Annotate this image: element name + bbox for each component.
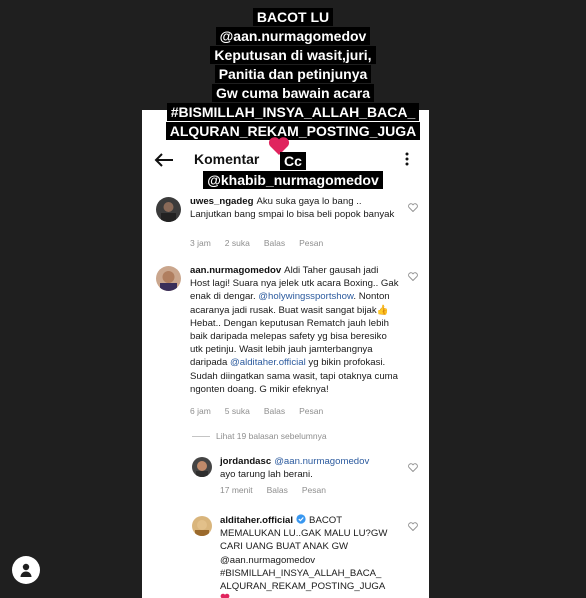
verified-badge-icon <box>296 514 306 524</box>
send-message-button[interactable]: Pesan <box>299 406 323 416</box>
caption-line: #BISMILLAH_INSYA_ALLAH_BACA_ <box>166 103 420 121</box>
comment-username[interactable]: jordandasc <box>220 456 271 467</box>
story-caption: BACOT LU @aan.nurmagomedov Keputusan di … <box>0 8 586 141</box>
comment-time: 6 jam <box>190 406 211 416</box>
like-heart-icon[interactable] <box>408 522 418 531</box>
caption-line: ALQURAN_REKAM_POSTING_JUGA <box>165 122 421 140</box>
comment-meta: 6 jam 5 suka Balas Pesan <box>190 406 337 416</box>
comment-text: uwes_ngadeg Aku suka gaya lo bang .. Lanj… <box>190 196 395 221</box>
send-message-button[interactable]: Pesan <box>302 485 326 495</box>
mention-link[interactable]: @alditaher.official <box>230 357 306 368</box>
reply-item: alditaher.official BACOT MEMALUKAN LU..GA… <box>192 514 418 598</box>
avatar[interactable] <box>192 516 212 536</box>
comment-meta: 3 jam 2 suka Balas Pesan <box>190 238 337 248</box>
comment-likes[interactable]: 2 suka <box>225 238 250 248</box>
divider <box>192 436 210 438</box>
like-heart-icon[interactable] <box>408 272 418 281</box>
reply-button[interactable]: Balas <box>267 485 288 495</box>
comment-text: alditaher.official BACOT MEMALUKAN LU..GA… <box>220 514 388 593</box>
caption-line: Panitia dan petinjunya <box>214 65 372 83</box>
comment-time: 17 menit <box>220 485 253 495</box>
story-cc: Cc <box>0 152 586 171</box>
caption-line: @aan.nurmagomedov <box>215 27 371 45</box>
comment-item: aan.nurmagomedov Aldi Taher gausah jadi H… <box>156 264 418 416</box>
avatar[interactable] <box>156 197 181 222</box>
cc-label: Cc <box>280 152 306 170</box>
comment-text: aan.nurmagomedov Aldi Taher gausah jadi H… <box>190 265 399 395</box>
view-previous-replies[interactable]: Lihat 19 balasan sebelumnya <box>192 431 327 441</box>
avatar[interactable] <box>156 266 181 291</box>
comment-time: 3 jam <box>190 238 211 248</box>
caption-line: BACOT LU <box>252 8 334 26</box>
reply-button[interactable]: Balas <box>264 406 285 416</box>
avatar[interactable] <box>192 457 212 477</box>
like-heart-icon[interactable] <box>408 203 418 212</box>
send-message-button[interactable]: Pesan <box>299 238 323 248</box>
reply-item: jordandasc @aan.nurmagomedov ayo tarung la… <box>192 455 418 500</box>
mention-link[interactable]: @holywingssportshow <box>258 291 353 302</box>
comment-meta: 17 menit Balas Pesan <box>220 485 340 495</box>
story-mention: @khabib_nurmagomedov <box>0 171 586 190</box>
like-heart-icon[interactable] <box>408 463 418 472</box>
comment-username[interactable]: alditaher.official <box>220 515 293 526</box>
reply-button[interactable]: Balas <box>264 238 285 248</box>
comment-likes[interactable]: 5 suka <box>225 406 250 416</box>
caption-line: Keputusan di wasit,juri, <box>210 46 376 64</box>
mention-link[interactable]: @aan.nurmagomedov <box>274 456 369 467</box>
profile-button[interactable] <box>12 556 40 584</box>
comment-item: uwes_ngadeg Aku suka gaya lo bang .. Lanj… <box>156 195 418 255</box>
comment-username[interactable]: uwes_ngadeg <box>190 196 253 207</box>
person-icon <box>20 563 32 577</box>
comment-username[interactable]: aan.nurmagomedov <box>190 265 281 276</box>
mention-sticker[interactable]: @khabib_nurmagomedov <box>203 171 383 189</box>
red-heart-emoji-icon <box>220 593 230 598</box>
comment-text: jordandasc @aan.nurmagomedov ayo tarung la… <box>220 456 370 481</box>
caption-line: Gw cuma bawain acara <box>211 84 375 102</box>
